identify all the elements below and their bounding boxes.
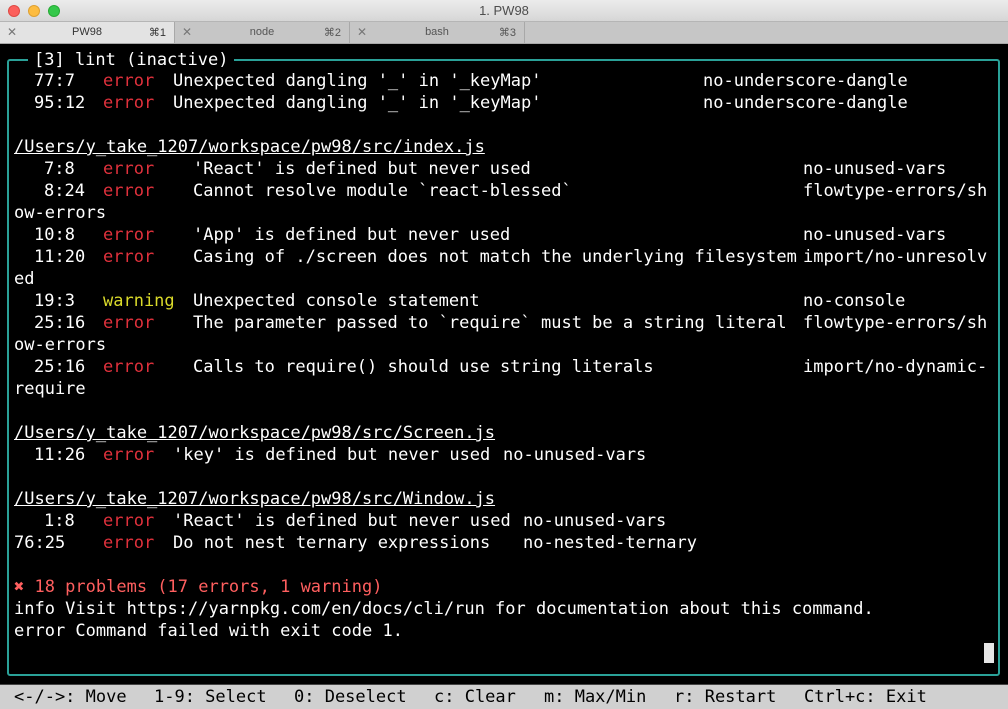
title-bar: 1. PW98 [0,0,1008,22]
lint-row: 19:3 warning Unexpected console statemen… [34,291,906,311]
clear-hint: c: Clear [434,687,516,707]
lint-row: 11:20 error Casing of ./screen does not … [34,247,988,267]
tab-shortcut: ⌘2 [323,27,341,39]
lint-row: 25:16 error The parameter passed to `req… [34,313,988,333]
window-title: 1. PW98 [479,3,529,18]
tab-bar: ✕ PW98 ⌘1 ✕ node ⌘2 ✕ bash ⌘3 [0,22,1008,44]
lint-row: 10:8 error 'App' is defined but never us… [34,225,947,245]
maxmin-hint: m: Max/Min [544,687,647,707]
deselect-hint: 0: Deselect [294,687,407,707]
terminal-cursor [984,643,994,663]
lint-row: 77:7 error Unexpected dangling '_' in '_… [34,71,908,91]
lint-row: 1:8 error 'React' is defined but never u… [44,511,667,531]
move-hint: <-/->: Move [14,687,127,707]
tab-shortcut: ⌘3 [498,27,516,39]
tab-pw98[interactable]: ✕ PW98 ⌘1 [0,22,175,43]
lint-row: 7:8 error 'React' is defined but never u… [44,159,947,179]
restart-hint: r: Restart [674,687,777,707]
wrapped-text: require [14,379,86,399]
lint-row: 8:24 error Cannot resolve module `react-… [44,181,988,201]
tab-shortcut: ⌘1 [148,27,166,39]
tab-bash[interactable]: ✕ bash ⌘3 [350,22,525,43]
problems-summary: ✖ 18 problems (17 errors, 1 warning) [14,577,383,597]
exit-hint: Ctrl+c: Exit [804,687,927,707]
lint-row: 76:25 error Do not nest ternary expressi… [14,533,697,553]
status-bar: <-/->: Move 1-9: Select 0: Deselect c: C… [0,684,1008,709]
file-path[interactable]: /Users/y_take_1207/workspace/pw98/src/in… [14,136,485,158]
file-path[interactable]: /Users/y_take_1207/workspace/pw98/src/Sc… [14,422,495,444]
error-line: error Command failed with exit code 1. [14,621,403,641]
wrapped-text: ed [14,269,35,289]
lint-row: 95:12 error Unexpected dangling '_' in '… [34,93,908,113]
panel-title: [3] lint (inactive) [28,49,235,71]
file-path[interactable]: /Users/y_take_1207/workspace/pw98/src/Wi… [14,488,495,510]
select-hint: 1-9: Select [154,687,267,707]
lint-row: 25:16 error Calls to require() should us… [34,357,988,377]
wrapped-text: ow-errors [14,335,107,355]
wrapped-text: ow-errors [14,203,107,223]
terminal-area[interactable]: [3] lint (inactive) 77:7 error Unexpecte… [0,44,1008,684]
info-line: info Visit https://yarnpkg.com/en/docs/c… [14,599,874,619]
lint-row: 11:26 error 'key' is defined but never u… [34,445,647,465]
tab-node[interactable]: ✕ node ⌘2 [175,22,350,43]
